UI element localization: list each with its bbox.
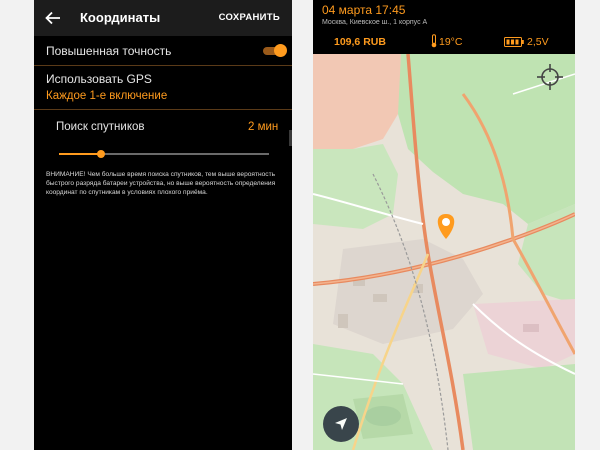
toolbar: Координаты СОХРАНИТЬ	[34, 0, 292, 36]
forest-area	[463, 364, 575, 450]
gps-label[interactable]: Использовать GPS	[46, 72, 152, 86]
forest-area	[313, 144, 398, 229]
thermometer-icon	[431, 34, 437, 48]
satellite-search-label: Поиск спутников	[56, 121, 145, 133]
temperature: 19°C	[439, 36, 463, 48]
navigation-arrow-icon	[335, 418, 347, 430]
satellite-search-slider-fill	[59, 153, 101, 155]
high-accuracy-toggle-knob[interactable]	[274, 44, 287, 57]
park-area	[365, 406, 401, 426]
voltage: 2,5V	[527, 36, 549, 48]
save-button[interactable]: СОХРАНИТЬ	[219, 12, 280, 23]
navigation-button[interactable]	[323, 406, 359, 442]
settings-screen: Координаты СОХРАНИТЬ Повышенная точность…	[34, 0, 292, 450]
back-arrow-icon[interactable]	[44, 9, 62, 27]
building	[338, 314, 348, 328]
building	[523, 324, 539, 332]
satellite-search-slider-thumb[interactable]	[97, 150, 105, 158]
warning-text: ВНИМАНИЕ! Чем больше время поиска спутни…	[46, 171, 276, 196]
address: Москва, Киевское ш., 1 корпус А	[322, 19, 428, 26]
high-accuracy-row[interactable]: Повышенная точность	[34, 36, 292, 65]
high-accuracy-label: Повышенная точность	[46, 44, 172, 58]
price: 109,6 RUB	[334, 36, 386, 48]
satellite-search-value: 2 мин	[248, 121, 279, 133]
map[interactable]	[313, 54, 575, 450]
datetime: 04 марта 17:45	[322, 3, 406, 17]
divider	[34, 65, 292, 66]
phone-edge	[289, 130, 292, 146]
page-title: Координаты	[80, 10, 161, 25]
battery-icon	[504, 37, 524, 47]
map-screen: 04 марта 17:45 Москва, Киевское ш., 1 ко…	[313, 0, 575, 450]
info-header: 04 марта 17:45 Москва, Киевское ш., 1 ко…	[313, 0, 575, 54]
building	[373, 294, 387, 302]
divider	[34, 109, 292, 110]
gps-value[interactable]: Каждое 1-е включение	[46, 90, 167, 102]
crosshair-icon[interactable]	[535, 62, 565, 92]
